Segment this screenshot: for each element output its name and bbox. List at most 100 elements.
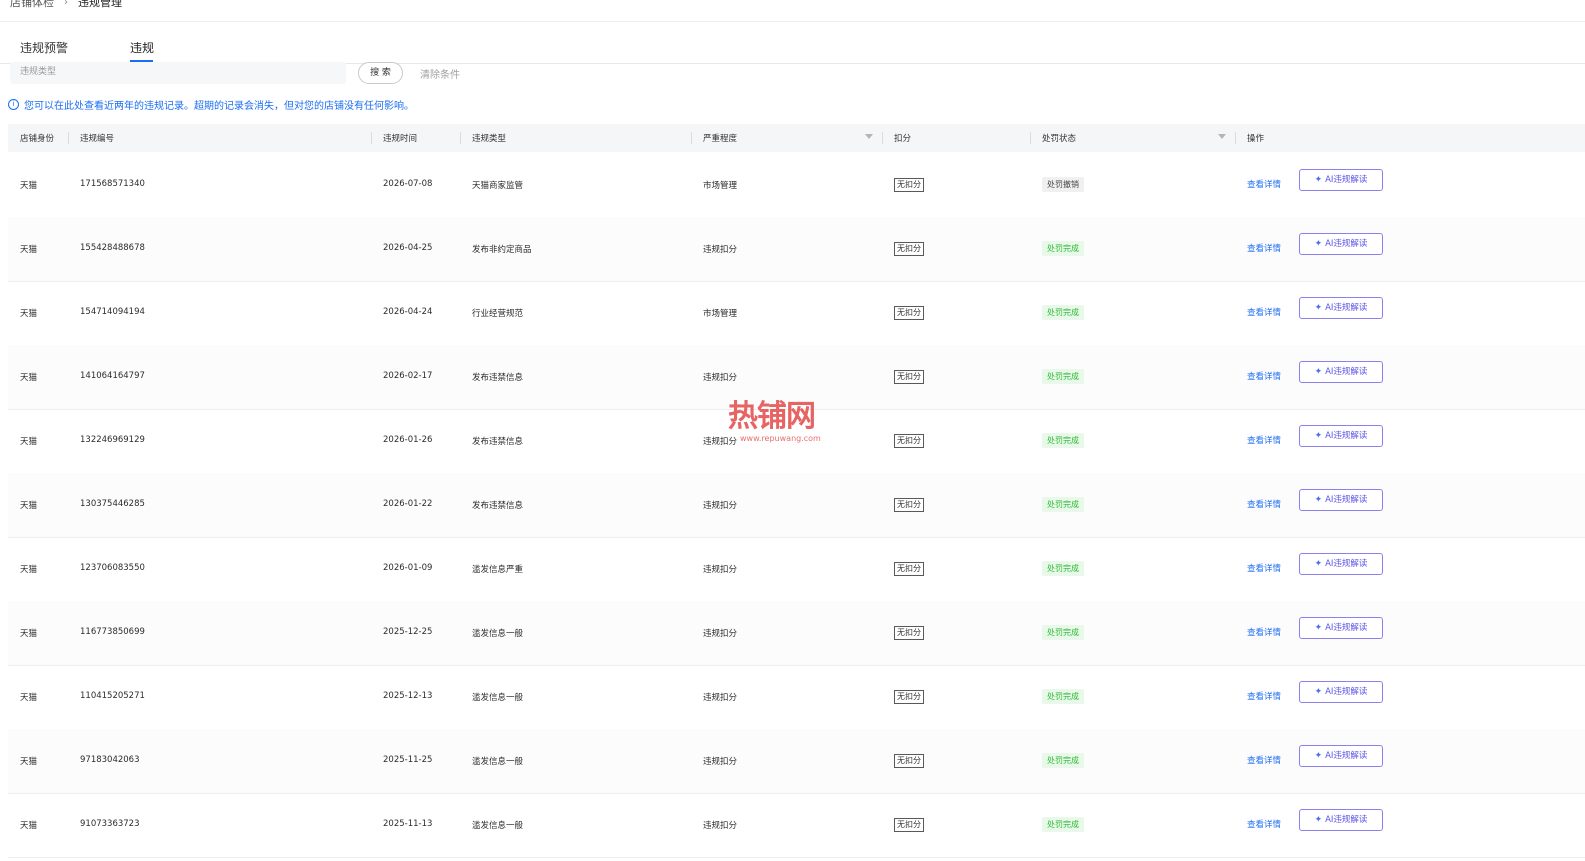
ai-interpret-button[interactable]: ✦ AI违规解读 [1299, 361, 1383, 383]
cell-type: 滥发信息一般 [472, 629, 524, 639]
breadcrumb: 店铺体检 › 违规管理 [10, 0, 122, 10]
table-row: 天猫 155428488678 2026-04-25 发布非约定商品 违规扣分 无扣分 处罚… [8, 217, 1585, 282]
table-row: 天猫 91073363723 2025-11-13 滥发信息一般 违规扣分 无扣分 处罚完成… [8, 793, 1585, 858]
col-shop: 店铺身份 [20, 134, 55, 144]
table-row: 天猫 154714094194 2026-04-24 行业经营规范 市场管理 无扣分 处罚完… [8, 281, 1585, 346]
cell-date: 2025-12-25 [383, 627, 433, 637]
ai-interpret-button[interactable]: ✦ AI违规解读 [1299, 489, 1383, 511]
col-deduct: 扣分 [894, 134, 912, 144]
cell-date: 2025-12-13 [383, 691, 433, 701]
status-filter-icon[interactable] [1218, 134, 1226, 139]
ai-interpret-button[interactable]: ✦ AI违规解读 [1299, 809, 1383, 831]
cell-date: 2026-01-26 [383, 435, 433, 445]
search-button[interactable]: 搜 索 [358, 62, 403, 84]
view-detail-link[interactable]: 查看详情 [1247, 306, 1281, 318]
ai-interpret-button[interactable]: ✦ AI违规解读 [1299, 233, 1383, 255]
ai-button-label: AI违规解读 [1325, 751, 1368, 761]
table-row: 天猫 110415205271 2025-12-13 滥发信息一般 违规扣分 无扣分 处罚完… [8, 665, 1585, 730]
view-detail-link[interactable]: 查看详情 [1247, 434, 1281, 446]
cell-date: 2026-01-09 [383, 563, 433, 573]
tab-bar: 违规预警 违规 [0, 22, 1585, 64]
ai-button-label: AI违规解读 [1325, 431, 1368, 441]
ai-interpret-button[interactable]: ✦ AI违规解读 [1299, 425, 1383, 447]
cell-date: 2025-11-25 [383, 755, 433, 765]
col-divider [68, 132, 69, 144]
ai-button-label: AI违规解读 [1325, 303, 1368, 313]
cell-id: 97183042063 [80, 755, 140, 765]
col-severity: 严重程度 [703, 134, 738, 144]
cell-shop: 天猫 [20, 821, 38, 831]
status-badge: 处罚完成 [1042, 369, 1084, 384]
status-badge: 处罚完成 [1042, 433, 1084, 448]
cell-shop: 天猫 [20, 181, 38, 191]
ai-interpret-button[interactable]: ✦ AI违规解读 [1299, 617, 1383, 639]
cell-shop: 天猫 [20, 629, 38, 639]
cell-severity: 违规扣分 [703, 501, 738, 511]
view-detail-link[interactable]: 查看详情 [1247, 242, 1281, 254]
col-divider [1235, 132, 1236, 144]
info-icon: i [8, 99, 19, 110]
cell-type: 发布非约定商品 [472, 245, 532, 255]
view-detail-link[interactable]: 查看详情 [1247, 690, 1281, 702]
view-detail-link[interactable]: 查看详情 [1247, 178, 1281, 190]
tab-violation[interactable]: 违规 [130, 39, 154, 56]
col-divider [371, 132, 372, 144]
deduct-tag: 无扣分 [894, 754, 924, 768]
ai-interpret-button[interactable]: ✦ AI违规解读 [1299, 745, 1383, 767]
cell-id: 141064164797 [80, 371, 145, 381]
cell-date: 2026-07-08 [383, 179, 433, 189]
cell-id: 110415205271 [80, 691, 145, 701]
table-row: 天猫 123706083550 2026-01-09 滥发信息严重 违规扣分 无扣分 处罚完… [8, 537, 1585, 602]
col-divider [1030, 132, 1031, 144]
notice-bar: i 您可以在此处查看近两年的违规记录。超期的记录会消失，但对您的店铺没有任何影响… [8, 97, 414, 112]
view-detail-link[interactable]: 查看详情 [1247, 370, 1281, 382]
table-row: 天猫 171568571340 2026-07-08 天猫商家监管 市场管理 无扣分 处罚撤… [8, 153, 1585, 218]
tab-violation-warning[interactable]: 违规预警 [20, 39, 68, 56]
severity-filter-icon[interactable] [865, 134, 873, 139]
deduct-tag: 无扣分 [894, 306, 924, 320]
view-detail-link[interactable]: 查看详情 [1247, 626, 1281, 638]
cell-type: 发布违禁信息 [472, 437, 524, 447]
ai-interpret-button[interactable]: ✦ AI违规解读 [1299, 297, 1383, 319]
cell-date: 2026-02-17 [383, 371, 433, 381]
breadcrumb-separator-icon: › [64, 0, 68, 8]
sparkle-icon: ✦ [1314, 175, 1323, 185]
breadcrumb-parent[interactable]: 店铺体检 [10, 0, 54, 10]
ai-button-label: AI违规解读 [1325, 495, 1368, 505]
ai-button-label: AI违规解读 [1325, 687, 1368, 697]
cell-shop: 天猫 [20, 245, 38, 255]
cell-severity: 违规扣分 [703, 245, 738, 255]
view-detail-link[interactable]: 查看详情 [1247, 818, 1281, 830]
deduct-tag: 无扣分 [894, 626, 924, 640]
ai-interpret-button[interactable]: ✦ AI违规解读 [1299, 553, 1383, 575]
col-type: 违规类型 [472, 134, 507, 144]
cell-severity: 市场管理 [703, 309, 738, 319]
col-date: 违规时间 [383, 134, 418, 144]
ai-button-label: AI违规解读 [1325, 559, 1368, 569]
cell-type: 滥发信息一般 [472, 757, 524, 767]
cell-type: 发布违禁信息 [472, 501, 524, 511]
view-detail-link[interactable]: 查看详情 [1247, 498, 1281, 510]
col-divider [691, 132, 692, 144]
cell-type: 滥发信息严重 [472, 565, 524, 575]
cell-severity: 违规扣分 [703, 629, 738, 639]
sparkle-icon: ✦ [1314, 687, 1323, 697]
ai-interpret-button[interactable]: ✦ AI违规解读 [1299, 681, 1383, 703]
cell-id: 130375446285 [80, 499, 145, 509]
cell-severity: 违规扣分 [703, 757, 738, 767]
violation-type-select[interactable]: 违规类型 [10, 62, 346, 84]
cell-shop: 天猫 [20, 501, 38, 511]
ai-button-label: AI违规解读 [1325, 367, 1368, 377]
ai-button-label: AI违规解读 [1325, 623, 1368, 633]
cell-date: 2025-11-13 [383, 819, 433, 829]
breadcrumb-current: 违规管理 [78, 0, 122, 9]
clear-filters-link[interactable]: 清除条件 [420, 66, 460, 81]
status-badge: 处罚完成 [1042, 817, 1084, 832]
ai-interpret-button[interactable]: ✦ AI违规解读 [1299, 169, 1383, 191]
status-badge: 处罚完成 [1042, 241, 1084, 256]
ai-button-label: AI违规解读 [1325, 815, 1368, 825]
view-detail-link[interactable]: 查看详情 [1247, 754, 1281, 766]
view-detail-link[interactable]: 查看详情 [1247, 562, 1281, 574]
cell-type: 发布违禁信息 [472, 373, 524, 383]
table-row: 天猫 141064164797 2026-02-17 发布违禁信息 违规扣分 无扣分 处罚完… [8, 345, 1585, 410]
